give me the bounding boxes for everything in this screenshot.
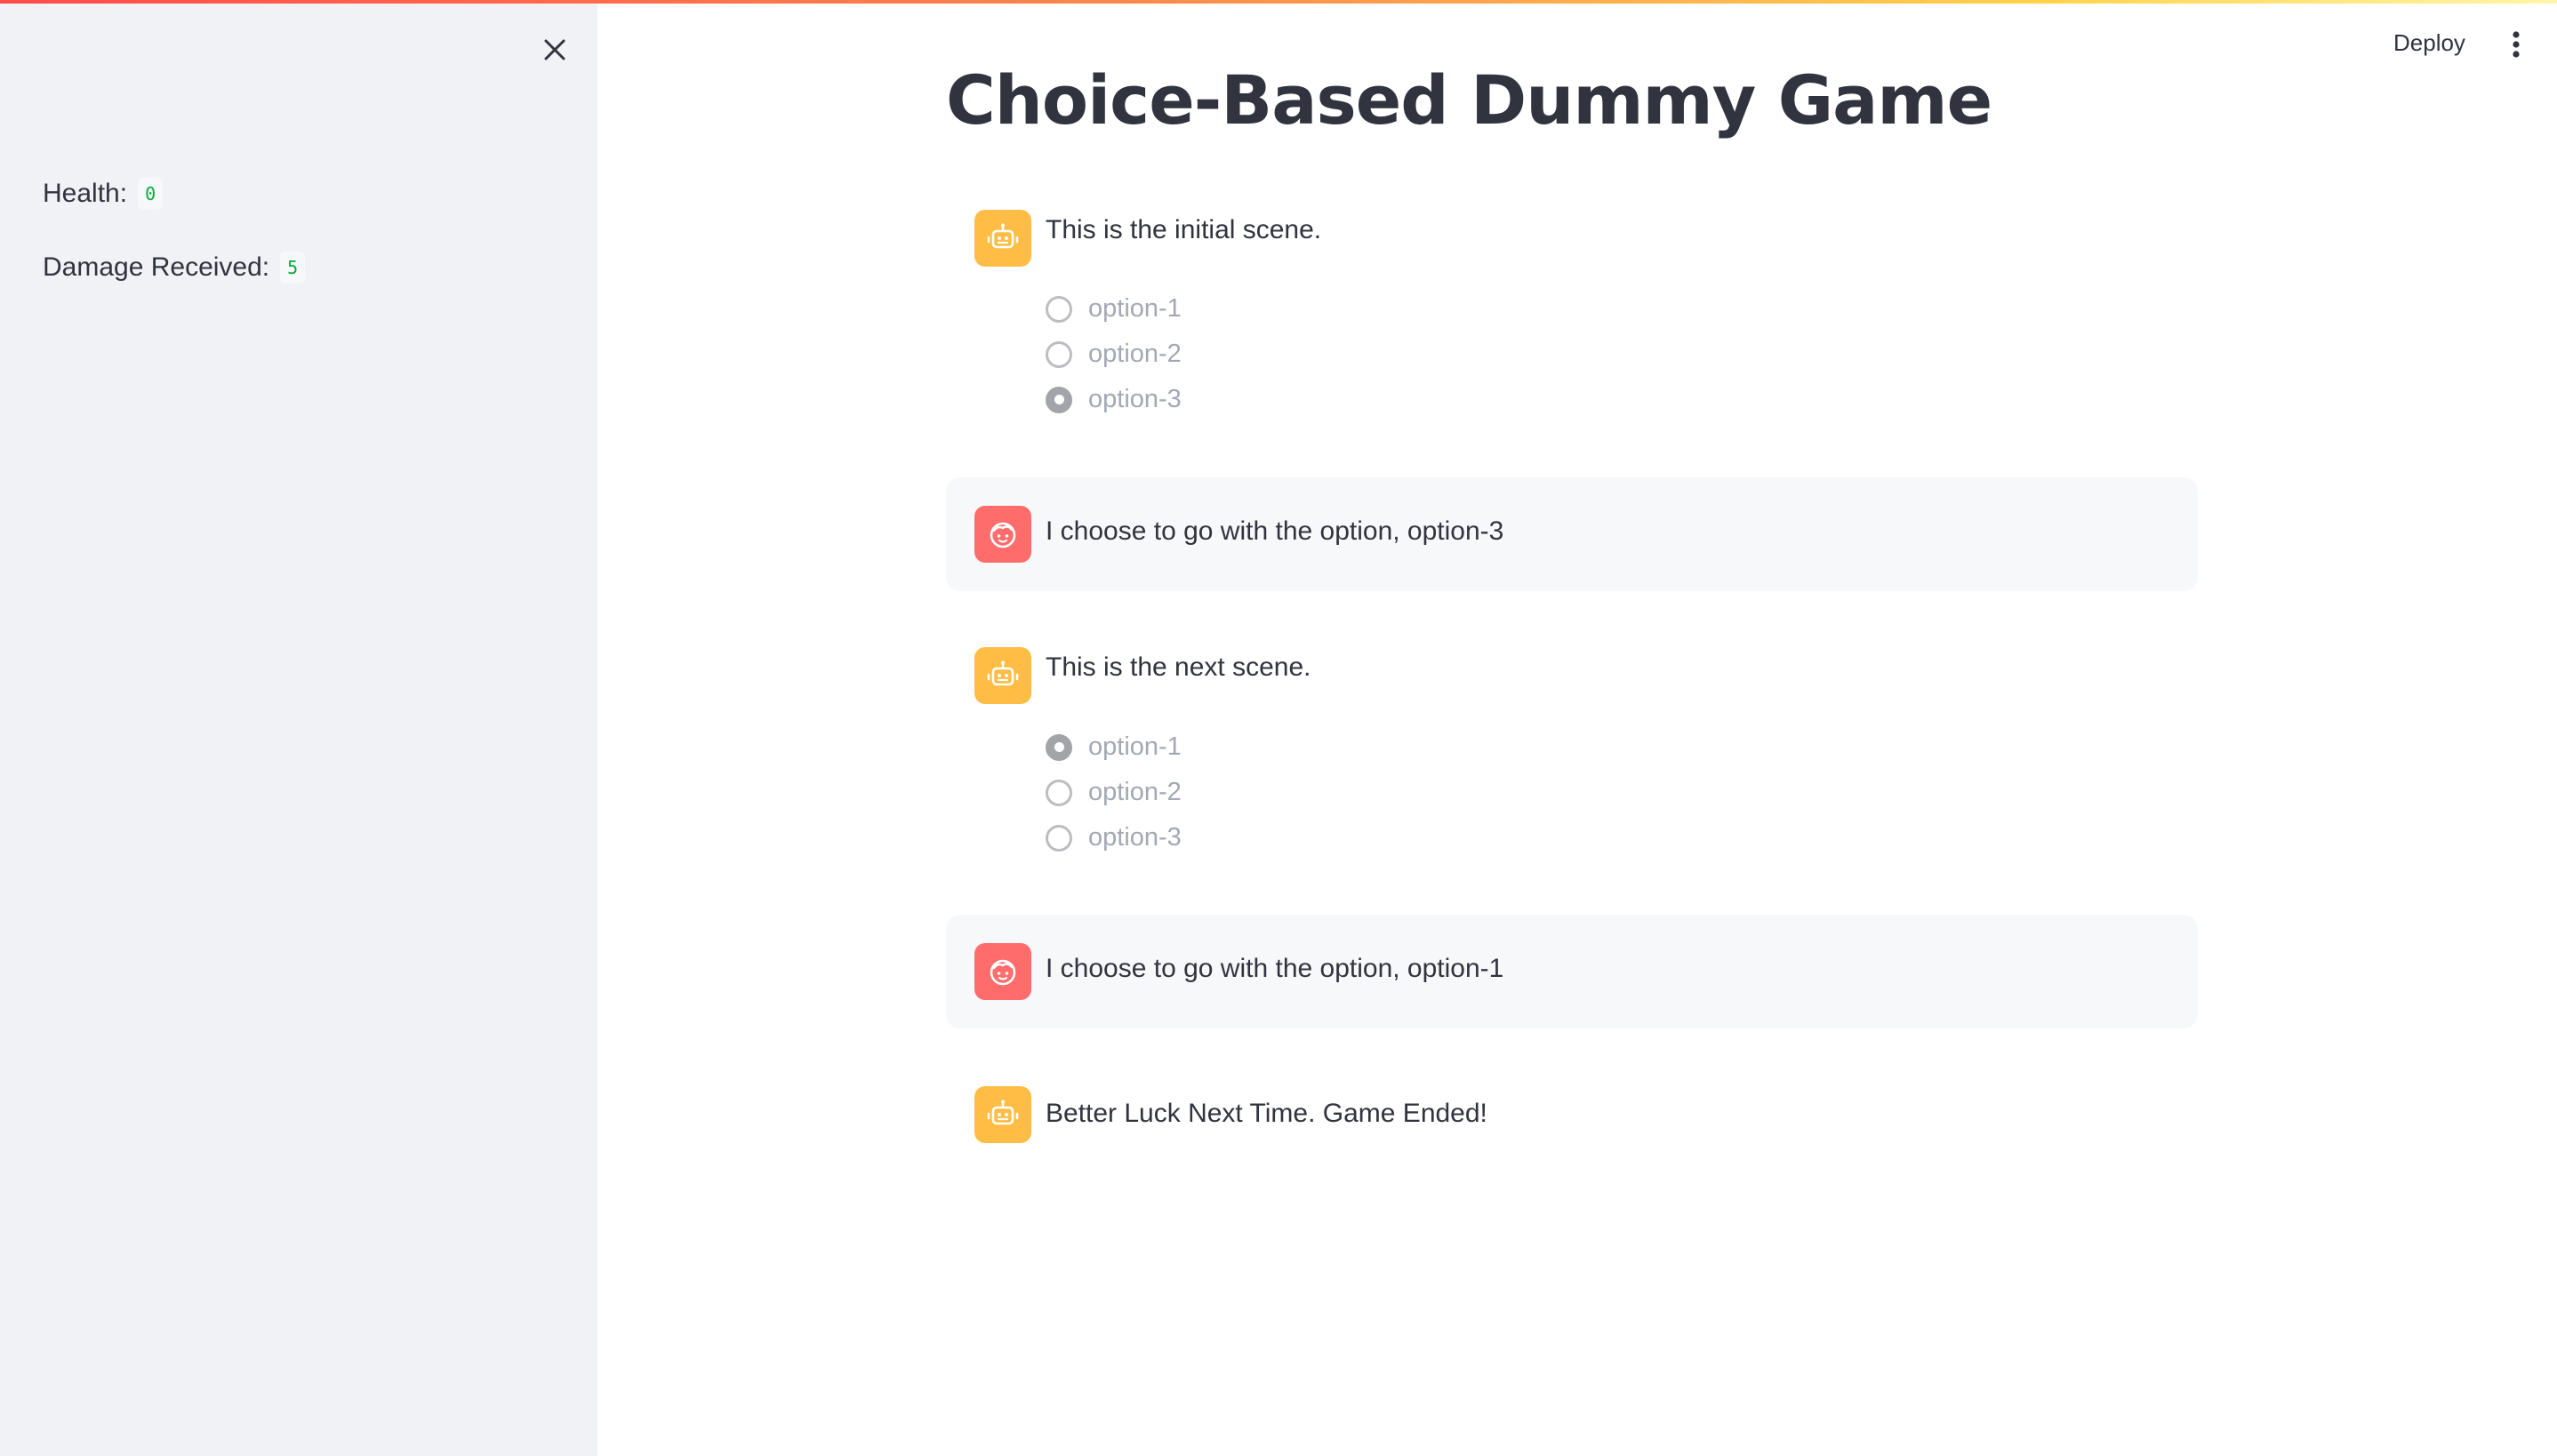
radio-label: option-3 [1088,823,1182,852]
assistant-avatar [974,647,1031,704]
radio-option-1[interactable]: option-1 [1046,724,1182,770]
user-avatar-icon [990,522,1016,548]
scene-options-radio-group: option-1 option-2 option-3 [1046,286,1182,422]
chat-message-assistant: Better Luck Next Time. Game Ended! [946,1076,2198,1161]
main-menu-button[interactable] [2500,27,2532,62]
message-text: Better Luck Next Time. Game Ended! [1046,1099,1487,1128]
radio-unchecked-icon [1046,295,1072,323]
radio-unchecked-icon [1046,340,1072,368]
top-decoration-bar [0,0,2557,4]
bot-avatar-icon [987,223,1019,249]
radio-option-3[interactable]: option-3 [1046,815,1182,860]
radio-option-2[interactable]: option-2 [1046,770,1182,815]
radio-label: option-2 [1088,340,1182,368]
radio-checked-icon [1046,733,1072,761]
radio-checked-icon [1046,386,1072,413]
bot-avatar-icon [987,1100,1019,1125]
page-title: Choice-Based Dummy Game [946,60,1992,140]
metric-health-label: Health: [43,179,128,208]
sidebar: Health: 0 Damage Received: 5 [0,0,597,1456]
message-text: This is the next scene. [1046,652,1311,682]
radio-unchecked-icon [1046,779,1072,806]
kebab-menu-icon [2513,31,2520,58]
metric-health-value: 0 [138,178,164,210]
user-avatar-icon [990,959,1016,986]
chat-message-assistant: This is the initial scene. option-1 opti… [946,199,2198,430]
message-text: I choose to go with the option, option-1 [1046,954,1504,983]
metric-damage-received: Damage Received: 5 [43,252,306,284]
bot-avatar-icon [987,660,1019,686]
user-avatar [974,943,1031,1000]
scene-options-radio-group: option-1 option-2 option-3 [1046,724,1182,860]
metric-health: Health: 0 [43,178,164,210]
radio-label: option-1 [1088,732,1182,761]
chat-message-user: I choose to go with the option, option-3 [946,477,2198,591]
assistant-avatar [974,1086,1031,1143]
radio-label: option-2 [1088,778,1182,806]
message-text: This is the initial scene. [1046,215,1322,244]
radio-option-3[interactable]: option-3 [1046,377,1182,422]
message-text: I choose to go with the option, option-3 [1046,516,1504,546]
user-avatar [974,506,1031,563]
assistant-avatar [974,210,1031,267]
chat-message-user: I choose to go with the option, option-1 [946,915,2198,1028]
chat-message-assistant: This is the next scene. option-1 option-… [946,636,2198,868]
close-icon [544,39,565,60]
radio-label: option-3 [1088,385,1182,413]
metric-damage-label: Damage Received: [43,252,270,282]
radio-label: option-1 [1088,294,1182,323]
radio-option-1[interactable]: option-1 [1046,286,1182,332]
close-sidebar-button[interactable] [533,28,576,71]
radio-option-2[interactable]: option-2 [1046,332,1182,377]
radio-unchecked-icon [1046,824,1072,852]
deploy-button[interactable]: Deploy [2383,25,2476,60]
metric-damage-value: 5 [280,252,306,284]
